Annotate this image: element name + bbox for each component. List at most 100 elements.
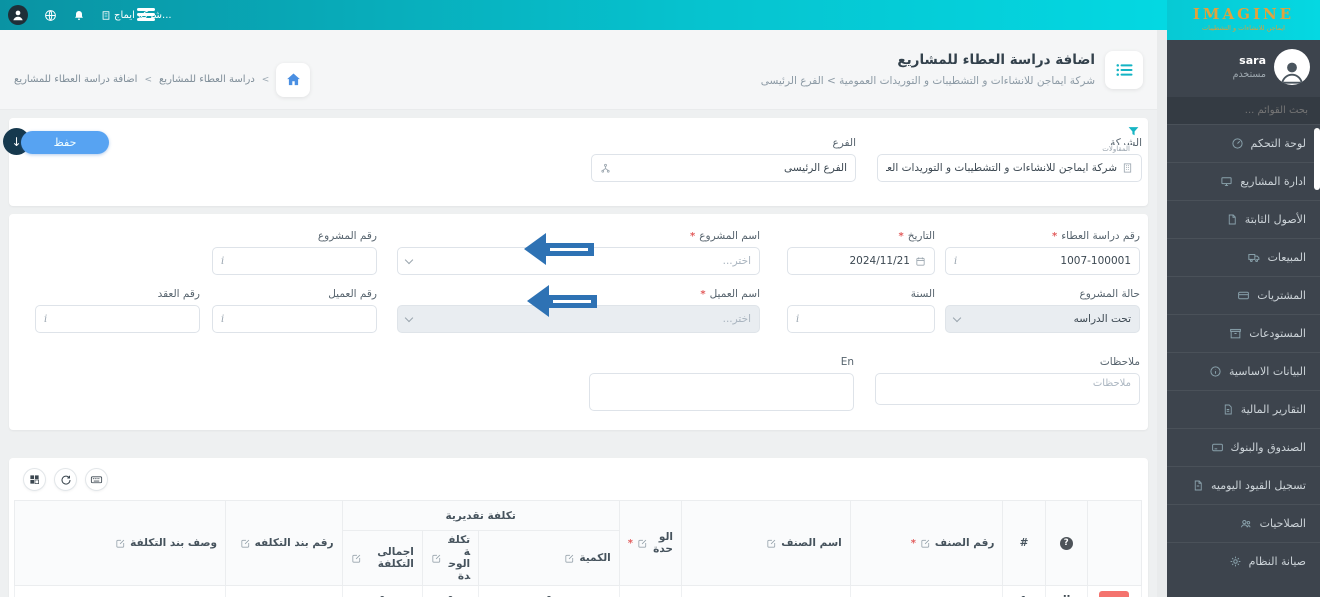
contract-number-input[interactable]: i (35, 305, 200, 333)
edit-icon[interactable] (431, 553, 442, 564)
info-icon: i (796, 313, 800, 325)
page-title: اضافة دراسة العطاء للمشاريع (897, 52, 1095, 68)
hamburger-menu-icon[interactable] (137, 8, 155, 21)
gear-icon (1229, 555, 1242, 568)
row-actions-cell: × (1086, 585, 1143, 597)
sidebar-item-warehouses[interactable]: المستودعات (1167, 314, 1320, 352)
content: الشركة المقاولات شركة ايماجن للانشاءات و… (0, 110, 1157, 597)
client-name-select[interactable]: اختر... (397, 305, 760, 333)
breadcrumb-item[interactable]: اضافة دراسة العطاء للمشاريع (14, 74, 137, 85)
col-group-estimated-cost: تكلفة تقديرية (341, 500, 620, 531)
refresh-button[interactable] (54, 468, 77, 491)
sidebar-item-permissions[interactable]: الصلاحيات (1167, 504, 1320, 542)
edit-icon[interactable] (920, 538, 931, 549)
list-menu-button[interactable] (1105, 50, 1143, 89)
table-row: × ⠿ 1 0 0 0 (13, 585, 1143, 597)
tender-number-field: رقم دراسة العطاء * 1007-100001 i (945, 230, 1140, 275)
bell-icon[interactable] (73, 9, 85, 22)
edit-icon[interactable] (637, 538, 648, 549)
info-icon: i (221, 313, 225, 325)
items-table-card: ? # رقم الصنف * اسم الصنف الوحدة * تكلفة… (9, 458, 1148, 597)
sidebar-nav: لوحة التحكم ادارة المشاريع الأصول الثابت… (1167, 124, 1320, 580)
sidebar-item-sales[interactable]: المبيعات (1167, 238, 1320, 276)
home-button[interactable] (276, 62, 311, 97)
project-status-select[interactable]: تحت الدراسه (945, 305, 1140, 333)
row-cost-item-description-cell[interactable] (13, 585, 227, 597)
logo-panel: IMAGINE ايماجن للانشاءات و التشطيبات (1167, 0, 1320, 40)
avatar[interactable] (1274, 49, 1310, 85)
row-item-name-cell[interactable] (681, 585, 851, 597)
sidebar-scrollbar-thumb[interactable] (1314, 128, 1320, 190)
keyboard-shortcuts-button[interactable] (85, 468, 108, 491)
annotation-arrow (527, 285, 597, 317)
row-quantity-cell[interactable]: 0 (478, 585, 620, 597)
delete-row-button[interactable]: × (1099, 590, 1130, 597)
edit-icon[interactable] (564, 553, 575, 564)
row-unit-cell[interactable] (618, 585, 683, 597)
edit-icon[interactable] (115, 538, 126, 549)
person-icon (1280, 62, 1304, 84)
row-item-number-cell[interactable] (849, 585, 1004, 597)
col-quantity: الكمية (478, 530, 620, 586)
search-input[interactable] (1183, 105, 1308, 116)
company-field: الشركة المقاولات شركة ايماجن للانشاءات و… (877, 137, 1142, 182)
row-index-cell: 1 (1002, 585, 1046, 597)
edit-icon[interactable] (351, 553, 362, 564)
year-input[interactable]: i (787, 305, 935, 333)
col-actions (1086, 500, 1143, 586)
drag-handle-icon[interactable]: ⠿ (1062, 594, 1071, 597)
row-total-cost-cell[interactable]: 0 (341, 585, 423, 597)
breadcrumb-item[interactable]: دراسة العطاء للمشاريع (159, 74, 255, 85)
table-toolbar (9, 458, 1148, 500)
filter-icon[interactable] (1127, 123, 1140, 142)
project-status-field: حالة المشروع تحت الدراسه (945, 288, 1140, 333)
project-number-input[interactable]: i (212, 247, 377, 275)
sidebar-item-dashboard[interactable]: لوحة التحكم (1167, 124, 1320, 162)
client-number-input[interactable]: i (212, 305, 377, 333)
branch-input[interactable]: الفرع الرئيسى (591, 154, 856, 182)
row-drag-cell: ⠿ (1044, 585, 1088, 597)
sidebar-item-basic-data[interactable]: البيانات الاساسية (1167, 352, 1320, 390)
company-input[interactable]: المقاولات شركة ايماجن للانشاءات و التشطي… (877, 145, 1142, 182)
main-scrollbar[interactable] (1157, 30, 1167, 597)
building-icon (1123, 163, 1132, 173)
edit-icon[interactable] (766, 538, 777, 549)
notes-en-textarea[interactable] (589, 373, 854, 411)
sidebar-item-purchases[interactable]: المشتريات (1167, 276, 1320, 314)
sidebar-item-financial-reports[interactable]: التقارير المالية (1167, 390, 1320, 428)
keyboard-icon (90, 476, 103, 484)
user-avatar-button[interactable] (8, 5, 28, 25)
notes-en-field: En (589, 356, 854, 411)
globe-icon[interactable] (44, 9, 57, 22)
sidebar-item-cash-banks[interactable]: الصندوق والبنوك (1167, 428, 1320, 466)
date-input[interactable]: 2024/11/21 (787, 247, 935, 275)
report-file-icon (1222, 403, 1234, 416)
help-icon[interactable]: ? (1059, 536, 1073, 550)
grid-icon (30, 475, 39, 484)
journal-file-icon (1192, 479, 1204, 492)
notes-textarea[interactable]: ملاحظات (875, 373, 1140, 405)
user-name: sara (1239, 54, 1266, 67)
company-value: شركة ايماجن للانشاءات و التشطيبات و التو… (886, 162, 1117, 174)
save-button[interactable]: حفظ (21, 131, 109, 154)
edit-icon[interactable] (240, 538, 251, 549)
sidebar-search (1167, 97, 1320, 124)
year-field: السنة i (787, 288, 935, 333)
client-number-field: رقم العميل i (212, 288, 377, 333)
row-unit-cost-cell[interactable]: 0 (421, 585, 480, 597)
sidebar-user-section: sara مستخدم (1167, 40, 1320, 93)
layout-grid-button[interactable] (23, 468, 46, 491)
date-field: التاريخ * 2024/11/21 (787, 230, 935, 275)
tender-number-input[interactable]: 1007-100001 i (945, 247, 1140, 275)
col-cost-item-description: وصف بند التكلفة (13, 500, 227, 586)
row-cost-item-number-cell[interactable] (225, 585, 343, 597)
refresh-icon (61, 475, 71, 485)
sidebar-item-journal-entries[interactable]: تسجيل القيود اليوميه (1167, 466, 1320, 504)
tender-form-card: رقم دراسة العطاء * 1007-100001 i التاريخ * (9, 214, 1148, 430)
sidebar-item-fixed-assets[interactable]: الأصول الثابتة (1167, 200, 1320, 238)
sidebar-item-project-management[interactable]: ادارة المشاريع (1167, 162, 1320, 200)
branch-field: الفرع الفرع الرئيسى (591, 137, 856, 182)
user-role: مستخدم (1232, 69, 1266, 80)
sidebar-item-system-maintenance[interactable]: صيانة النظام (1167, 542, 1320, 580)
project-number-field: رقم المشروع i (212, 230, 377, 275)
